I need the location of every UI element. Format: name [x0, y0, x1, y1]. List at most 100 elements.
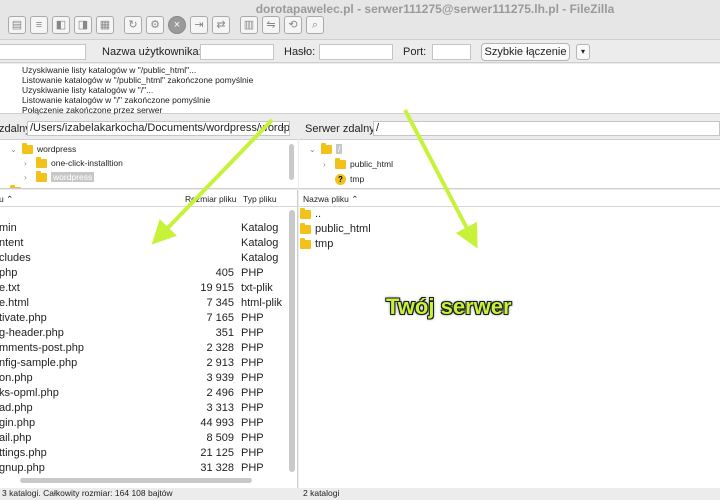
cancel-icon[interactable]: × [168, 16, 186, 34]
chevron-right-icon[interactable]: › [323, 160, 331, 169]
local-horizontal-scrollbar[interactable] [20, 478, 252, 483]
chevron-down-icon[interactable]: ⌄ [10, 145, 18, 154]
table-row[interactable]: on.php 3 939 PHP [0, 371, 297, 386]
table-row[interactable]: gnup.php 31 328 PHP [0, 461, 297, 476]
unknown-folder-icon: ? [335, 173, 346, 185]
file-size: 2 913 [206, 357, 234, 369]
chevron-down-icon[interactable]: ⌄ [279, 122, 286, 131]
remote-path-value: / [376, 122, 380, 134]
tree-item-label: / [336, 144, 343, 154]
compare-icon[interactable]: ⇋ [262, 16, 280, 34]
table-row[interactable]: e.txt 19 915 txt-plik [0, 281, 297, 296]
table-row[interactable]: ad.php 3 313 PHP [0, 401, 297, 416]
file-size: 3 313 [206, 402, 234, 414]
file-size: 19 915 [200, 282, 234, 294]
site-manager-icon[interactable]: ▤ [8, 16, 26, 34]
column-type-header[interactable]: Typ pliku [243, 194, 277, 204]
refresh-icon[interactable]: ↻ [124, 16, 142, 34]
file-type: PHP [241, 267, 264, 279]
column-size-header[interactable]: Rozmiar pliku [185, 194, 237, 204]
table-row[interactable]: ttings.php 21 125 PHP [0, 446, 297, 461]
toggle-remote-tree-icon[interactable]: ◨ [74, 16, 92, 34]
password-label: Hasło: [284, 46, 316, 58]
search-icon[interactable]: ⌕ [306, 16, 324, 34]
log-line: Uzyskiwanie listy katalogów w "/"... [22, 85, 154, 95]
table-row[interactable]: php 405 PHP [0, 266, 297, 281]
folder-icon [300, 208, 311, 219]
password-input[interactable] [319, 44, 393, 60]
file-name: gnup.php [0, 462, 45, 474]
window-title: dorotapawelec.pl - serwer111275@serwer11… [255, 2, 615, 16]
sync-browse-icon[interactable]: ⟲ [284, 16, 302, 34]
table-row[interactable]: cludes Katalog [0, 251, 297, 266]
log-line: Listowanie katalogów w "/public_html" za… [22, 75, 254, 85]
table-row[interactable]: tivate.php 7 165 PHP [0, 311, 297, 326]
remote-path-input[interactable]: / [373, 121, 720, 136]
local-path-input[interactable]: /Users/izabelakarkocha/Documents/wordpre… [27, 121, 290, 136]
table-row[interactable]: tmp [299, 237, 720, 252]
file-size: 8 509 [206, 432, 234, 444]
reconnect-icon[interactable]: ⇄ [212, 16, 230, 34]
tree-item-root[interactable]: ⌄ / [309, 142, 343, 156]
process-queue-icon[interactable]: ⚙ [146, 16, 164, 34]
tree-item-tmp[interactable]: ? tmp [335, 172, 364, 186]
file-type: Katalog [241, 237, 279, 249]
local-vertical-scrollbar[interactable] [289, 210, 295, 472]
host-input[interactable] [0, 44, 86, 60]
log-line: Uzyskiwanie listy katalogów w "/public_h… [22, 65, 197, 75]
table-row[interactable]: ntent Katalog [0, 236, 297, 251]
local-path-value: /Users/izabelakarkocha/Documents/wordpre… [30, 122, 290, 134]
port-input[interactable] [432, 44, 471, 60]
table-row[interactable]: g-header.php 351 PHP [0, 326, 297, 341]
table-row[interactable]: ail.php 8 509 PHP [0, 431, 297, 446]
message-log: Uzyskiwanie listy katalogów w "/public_h… [0, 64, 720, 115]
folder-icon [321, 142, 332, 154]
username-label: Nazwa użytkownika: [102, 46, 202, 58]
quickconnect-button[interactable]: Szybkie łączenie [481, 43, 570, 61]
tree-item-wordpress-selected[interactable]: › wordpress [24, 170, 95, 184]
chevron-right-icon[interactable]: › [24, 173, 32, 182]
table-row[interactable]: mments-post.php 2 328 PHP [0, 341, 297, 356]
file-type: PHP [241, 372, 264, 384]
file-name: ad.php [0, 402, 33, 414]
local-path-bar: zdalny: /Users/izabelakarkocha/Documents… [0, 119, 298, 137]
folder-icon [22, 142, 33, 154]
tree-item-label: one-click-installtion [51, 158, 123, 168]
table-row[interactable]: .. [299, 207, 720, 222]
chevron-down-icon[interactable]: ⌄ [309, 145, 317, 154]
toggle-log-icon[interactable]: ≡ [30, 16, 48, 34]
table-row[interactable]: gin.php 44 993 PHP [0, 416, 297, 431]
toggle-local-tree-icon[interactable]: ◧ [52, 16, 70, 34]
username-input[interactable] [200, 44, 274, 60]
file-type: txt-plik [241, 282, 273, 294]
file-type: PHP [241, 402, 264, 414]
table-row[interactable]: e.html 7 345 html-plik [0, 296, 297, 311]
disconnect-icon[interactable]: ⇥ [190, 16, 208, 34]
filter-icon[interactable]: ▥ [240, 16, 258, 34]
file-size: 3 939 [206, 372, 234, 384]
file-name: cludes [0, 252, 31, 264]
column-name-header[interactable]: Nazwa pliku ⌃ [303, 194, 358, 205]
transfer-queue-icon[interactable]: ▦ [96, 16, 114, 34]
tree-scrollbar[interactable] [289, 144, 294, 180]
file-name: on.php [0, 372, 33, 384]
sort-asc-icon: ⌃ [351, 194, 359, 204]
column-name-label: Nazwa pliku [303, 194, 349, 204]
quickconnect-history-dropdown[interactable]: ▾ [576, 44, 590, 60]
file-size: 351 [215, 327, 234, 339]
table-row[interactable]: public_html [299, 222, 720, 237]
file-size: 2 328 [206, 342, 234, 354]
table-row[interactable]: min Katalog [0, 221, 297, 236]
table-row[interactable]: ks-opml.php 2 496 PHP [0, 386, 297, 401]
chevron-right-icon[interactable]: › [24, 159, 32, 168]
table-row[interactable]: nfig-sample.php 2 913 PHP [0, 356, 297, 371]
column-name-header[interactable]: u ⌃ [0, 194, 13, 205]
file-type: PHP [241, 387, 264, 399]
tree-item-one-click-installtion[interactable]: › one-click-installtion [24, 156, 123, 170]
tree-item-wordpress[interactable]: ⌄ wordpress [10, 142, 76, 156]
tree-item-public-html[interactable]: › public_html [323, 157, 393, 171]
file-type: html-plik [241, 297, 282, 309]
port-label: Port: [403, 46, 427, 58]
file-size: 405 [215, 267, 234, 279]
remote-directory-tree: ⌄ / › public_html ? tmp [299, 139, 720, 189]
